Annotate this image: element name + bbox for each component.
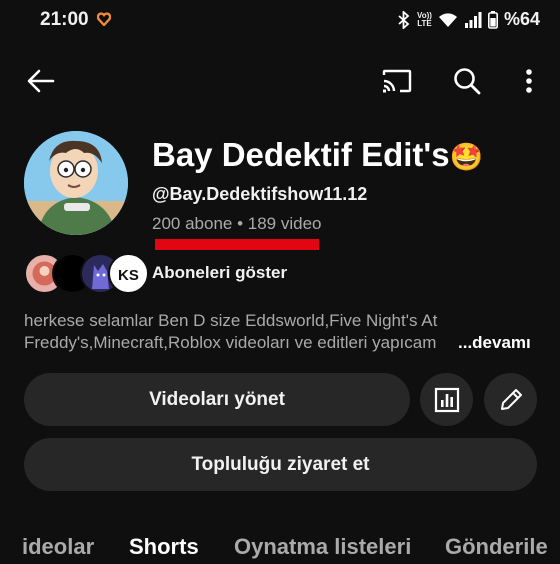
volte-icon: Vo)) LTE (417, 10, 432, 28)
visit-community-button[interactable]: Topluluğu ziyaret et (24, 438, 537, 491)
analytics-icon (434, 387, 459, 412)
tab-posts[interactable]: Gönderile (445, 534, 548, 560)
tab-videos[interactable]: ideolar (22, 534, 94, 560)
pencil-icon (500, 388, 522, 410)
battery-icon (487, 10, 498, 29)
svg-text:KS: KS (118, 267, 139, 284)
subscriber-avatar: KS (108, 253, 149, 294)
channel-description[interactable]: herkese selamlar Ben D size Eddsworld,Fi… (24, 310, 544, 354)
channel-avatar[interactable] (24, 131, 128, 235)
channel-handle: @Bay.Dedektifshow11.12 (152, 184, 368, 204)
edit-channel-button[interactable] (484, 373, 537, 426)
battery-percent: %64 (503, 9, 540, 29)
more-vert-icon (526, 69, 532, 93)
wifi-icon (438, 12, 457, 27)
status-icons: Vo)) LTE %64 (397, 9, 540, 30)
back-button[interactable] (20, 60, 62, 102)
cast-button[interactable] (376, 60, 418, 102)
channel-stats: 200 abone • 189 video (152, 214, 322, 233)
cast-icon (382, 69, 412, 93)
tab-playlists[interactable]: Oynatma listeleri (234, 534, 411, 560)
cell-signal-icon (464, 11, 482, 28)
more-options-button[interactable] (508, 60, 550, 102)
show-subscribers-link[interactable]: Aboneleri göster (152, 263, 287, 283)
status-time: 21:00 (40, 9, 89, 30)
subscriber-avatars[interactable]: KS (24, 253, 149, 294)
cartoon-character-avatar-image (24, 131, 128, 235)
tab-shorts[interactable]: Shorts (129, 534, 199, 560)
description-more-link[interactable]: ...devamı (458, 332, 531, 354)
heart-notification-icon (97, 12, 111, 26)
manage-videos-button[interactable]: Videoları yönet (24, 373, 410, 426)
channel-name: Bay Dedektif Edit's🤩 (152, 136, 484, 173)
analytics-button[interactable] (420, 373, 473, 426)
description-text: herkese selamlar Ben D size Eddsworld,Fi… (24, 311, 438, 352)
search-button[interactable] (446, 60, 488, 102)
bluetooth-icon (398, 10, 410, 29)
red-underline-annotation (155, 239, 319, 250)
arrow-left-icon (27, 69, 55, 93)
search-icon (454, 68, 481, 95)
star-struck-emoji: 🤩 (449, 142, 484, 172)
